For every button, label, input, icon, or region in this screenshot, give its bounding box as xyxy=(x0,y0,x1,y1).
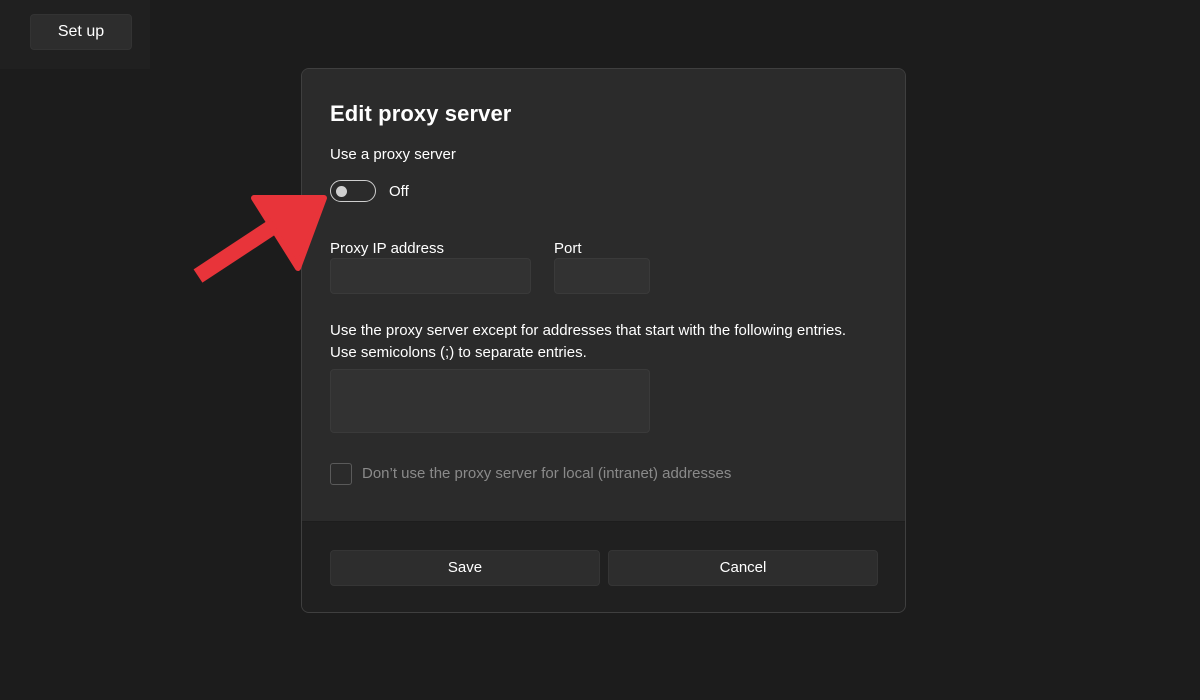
exceptions-description-line2: Use semicolons (;) to separate entries. xyxy=(330,344,587,361)
use-proxy-label: Use a proxy server xyxy=(330,146,456,163)
cancel-button[interactable]: Cancel xyxy=(608,550,878,586)
dialog-title: Edit proxy server xyxy=(330,101,512,126)
exceptions-description-line1: Use the proxy server except for addresse… xyxy=(330,322,847,339)
dialog-body: Edit proxy server Use a proxy server Off… xyxy=(302,69,905,521)
exceptions-textarea[interactable] xyxy=(330,369,650,433)
toggle-state-label: Off xyxy=(389,183,409,200)
settings-page: Set up Edit proxy server Use a proxy ser… xyxy=(0,0,1200,700)
edit-proxy-dialog: Edit proxy server Use a proxy server Off… xyxy=(301,68,906,613)
local-addresses-checkbox-label: Don’t use the proxy server for local (in… xyxy=(362,465,732,482)
port-input[interactable] xyxy=(554,258,650,294)
proxy-ip-input[interactable] xyxy=(330,258,531,294)
local-addresses-checkbox[interactable] xyxy=(330,463,352,485)
dialog-footer: Save Cancel xyxy=(302,521,905,612)
background-settings-panel: Set up xyxy=(0,0,150,69)
port-label: Port xyxy=(554,240,582,257)
arrow-shaft xyxy=(193,215,285,283)
red-arrow-icon xyxy=(193,195,327,283)
setup-button[interactable]: Set up xyxy=(30,14,132,50)
proxy-ip-label: Proxy IP address xyxy=(330,240,444,257)
save-button[interactable]: Save xyxy=(330,550,600,586)
